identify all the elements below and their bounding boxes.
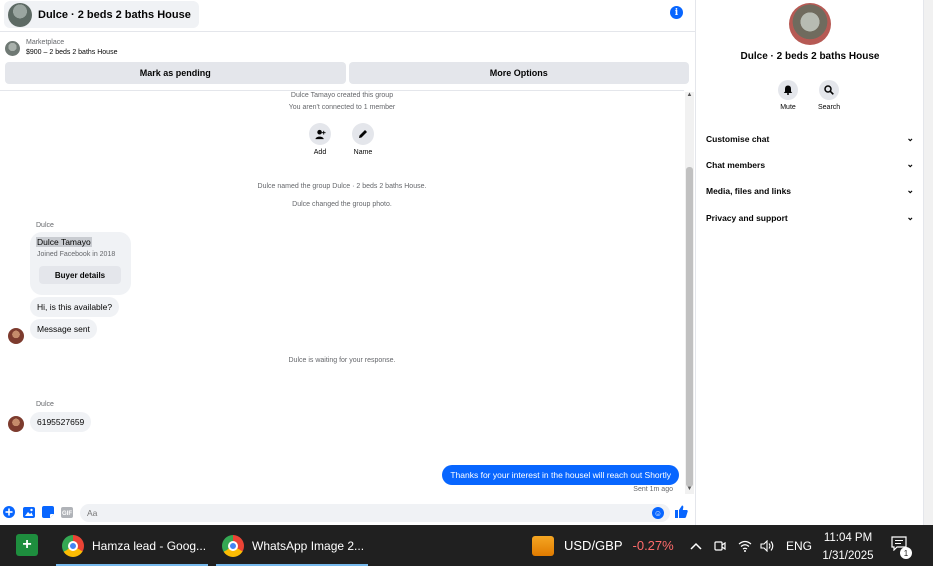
composer: GIF ☺ — [0, 500, 696, 525]
chat-area: Dulce · 2 beds 2 baths House i Marketpla… — [0, 0, 696, 525]
page-scrollbar[interactable] — [923, 0, 933, 525]
plus-icon[interactable] — [3, 506, 15, 518]
taskbar-app-chrome-2[interactable]: WhatsApp Image 2... — [216, 525, 368, 566]
taskbar-app-label: WhatsApp Image 2... — [252, 538, 365, 553]
mute-action[interactable]: Mute — [778, 80, 798, 111]
message-bubble-available[interactable]: Hi, is this available? — [30, 297, 120, 317]
listing-actions: Mark as pending More Options — [5, 62, 689, 84]
section-label: Media, files and links — [706, 185, 792, 196]
group-avatar — [8, 2, 32, 27]
sticker-icon[interactable] — [42, 506, 54, 518]
taskbar-app-label: Hamza lead - Goog... — [92, 538, 207, 553]
system-message-waiting: Dulce is waiting for your response. — [288, 357, 396, 364]
system-message-photo: Dulce changed the group photo. — [292, 201, 392, 208]
sender-name-2: Dulce — [36, 401, 54, 408]
buyer-card: Dulce Tamayo Joined Facebook in 2018 Buy… — [30, 232, 131, 295]
system-message-created: Dulce Tamayo created this group — [290, 92, 394, 99]
buyer-details-button[interactable]: Buyer details — [39, 266, 121, 284]
scroll-thumb[interactable] — [686, 167, 693, 487]
system-message-not-connected: You aren't connected to 1 member — [288, 104, 396, 111]
scroll-up-icon[interactable]: ▲ — [686, 92, 693, 99]
panel-title: Dulce · 2 beds 2 baths House — [740, 51, 880, 62]
scroll-down-icon[interactable]: ▼ — [686, 486, 693, 493]
chevron-down-icon: ⌄ — [906, 159, 914, 169]
message-list: Dulce Tamayo created this group You aren… — [0, 90, 684, 496]
section-media-files-links[interactable]: Media, files and links ⌄ — [706, 185, 914, 196]
panel-group-avatar[interactable] — [789, 3, 831, 45]
svg-text:GIF: GIF — [62, 511, 72, 517]
chat-title-button[interactable]: Dulce · 2 beds 2 baths House — [4, 1, 199, 28]
language-indicator[interactable]: ENG — [786, 525, 812, 566]
stock-widget[interactable]: USD/GBP -0.27% — [532, 525, 674, 566]
outgoing-message[interactable]: Thanks for your interest in the housel w… — [442, 465, 679, 485]
clock[interactable]: 11:04 PM 1/31/2025 — [816, 529, 880, 565]
clock-time: 11:04 PM — [823, 532, 873, 544]
message-bubble-phone[interactable]: 6195527659 — [30, 412, 92, 432]
wifi-icon[interactable] — [738, 525, 752, 566]
chevron-up-icon[interactable] — [690, 525, 702, 566]
message-bubble-sent[interactable]: Message sent — [30, 319, 97, 339]
system-message-named: Dulce named the group Dulce · 2 beds 2 b… — [257, 183, 427, 190]
buyer-name[interactable]: Dulce Tamayo — [36, 237, 92, 247]
taskbar-app-chrome-1[interactable]: Hamza lead - Goog... — [56, 525, 208, 566]
chrome-icon — [62, 534, 84, 557]
messenger-window: Dulce · 2 beds 2 baths House i Marketpla… — [0, 0, 933, 525]
message-status: Sent 1m ago — [633, 486, 673, 493]
sender-name: Dulce — [36, 222, 54, 229]
chevron-down-icon: ⌄ — [906, 185, 914, 195]
chat-scrollbar[interactable]: ▲ ▼ — [685, 92, 694, 494]
stock-coins-icon — [532, 535, 554, 556]
name-group-action[interactable]: Name — [352, 123, 374, 156]
stock-change: -0.27% — [632, 538, 674, 553]
search-label: Search — [818, 104, 841, 111]
stock-label: USD/GBP — [564, 538, 623, 553]
listing-label: Marketplace — [26, 39, 65, 46]
buyer-joined: Joined Facebook in 2018 — [37, 251, 116, 258]
volume-icon[interactable] — [760, 525, 775, 566]
more-options-button[interactable]: More Options — [348, 62, 689, 84]
gif-icon[interactable]: GIF — [61, 506, 73, 518]
sender-avatar[interactable] — [8, 328, 24, 344]
bell-icon — [778, 80, 798, 100]
chat-details-panel: Dulce · 2 beds 2 baths House Mute Search… — [697, 0, 923, 525]
mute-label: Mute — [780, 104, 796, 111]
section-customise-chat[interactable]: Customise chat ⌄ — [706, 133, 914, 144]
chat-header: Dulce · 2 beds 2 baths House i — [0, 0, 696, 32]
mark-as-pending-button[interactable]: Mark as pending — [5, 62, 346, 84]
listing-summary[interactable]: Marketplace $900 – 2 beds 2 baths House — [5, 38, 117, 58]
chevron-down-icon: ⌄ — [906, 133, 914, 143]
meet-icon[interactable] — [714, 525, 726, 566]
emoji-icon[interactable]: ☺ — [652, 507, 664, 519]
windows-taskbar: + Hamza lead - Goog... WhatsApp Image 2.… — [0, 525, 933, 566]
section-label: Customise chat — [706, 133, 770, 144]
chevron-down-icon: ⌄ — [906, 212, 914, 222]
section-label: Privacy and support — [706, 212, 788, 223]
clock-date: 1/31/2025 — [822, 550, 874, 562]
message-input[interactable] — [80, 504, 670, 522]
name-label: Name — [353, 149, 373, 156]
add-member-action[interactable]: Add — [309, 123, 331, 156]
section-privacy-support[interactable]: Privacy and support ⌄ — [706, 212, 914, 223]
search-action[interactable]: Search — [818, 80, 840, 111]
thumbs-up-icon[interactable] — [675, 505, 688, 521]
add-person-icon — [309, 123, 331, 145]
sheets-plus-icon[interactable]: + — [16, 534, 38, 556]
add-label: Add — [313, 149, 327, 156]
notification-badge: 1 — [900, 547, 912, 559]
section-label: Chat members — [706, 159, 766, 170]
pencil-icon — [352, 123, 374, 145]
listing-thumbnail — [5, 40, 20, 56]
search-icon — [819, 80, 840, 100]
chat-title: Dulce · 2 beds 2 baths House — [38, 8, 191, 21]
section-chat-members[interactable]: Chat members ⌄ — [706, 159, 914, 170]
sender-avatar-2[interactable] — [8, 416, 24, 432]
chrome-icon — [222, 534, 244, 557]
listing-subtitle: $900 – 2 beds 2 baths House — [26, 49, 118, 56]
info-icon[interactable]: i — [670, 6, 683, 19]
photo-icon[interactable] — [23, 506, 35, 518]
